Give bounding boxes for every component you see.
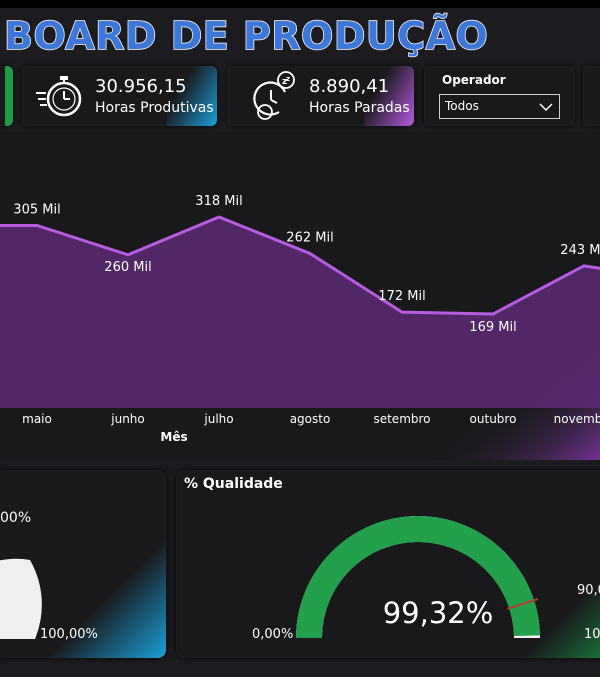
x-tick-label: junho [110, 412, 145, 426]
kpi-card-productive-hours: 30.956,15 Horas Produtivas [22, 66, 217, 126]
stopwatch-icon [36, 76, 82, 117]
data-label: 169 Mil [469, 320, 516, 335]
gauge-left-top-label: 00% [0, 510, 31, 526]
x-tick-label: outubro [470, 412, 517, 426]
x-tick-label: novembro [554, 412, 600, 426]
x-tick-label: julho [203, 412, 233, 426]
monthly-production-chart: 305 Mil 260 Mil 318 Mil 262 Mil 172 Mil 169 M… [0, 132, 600, 460]
gauge-max-label: 10 [584, 627, 600, 642]
gauge-value-label: 99,32% [383, 596, 494, 630]
gauge-left-svg: 00% 100,00% [0, 510, 98, 642]
x-axis-label: Mês [160, 430, 187, 444]
operator-filter-title: Operador [442, 73, 506, 87]
gauge-target-label: 90,0 [577, 583, 600, 598]
quality-gauge-svg: 99,32% 0,00% 90,0 10 [252, 516, 600, 642]
operator-select-value: Todos [445, 99, 479, 113]
area-fill [0, 217, 600, 408]
header: BOARD DE PRODUÇÃO [0, 8, 600, 66]
svg-text:z: z [286, 75, 290, 83]
data-label: 262 Mil [286, 230, 333, 245]
top-bar [0, 0, 600, 8]
kpi-card-stopped-hours: z z 8.890,41 Horas Paradas [227, 66, 414, 126]
chevron-down-icon [539, 103, 553, 112]
x-tick-label: maio [22, 412, 52, 426]
data-label: 172 Mil [378, 289, 425, 304]
gauge-left-max-label: 100,00% [40, 627, 98, 642]
kpi-card-clipped [0, 66, 13, 126]
operator-select[interactable]: Todos [439, 94, 560, 119]
gauge-min-label: 0,00% [252, 627, 293, 642]
quality-gauge-card: % Qualidade 99,32% 0,00% 90,0 10 [176, 470, 600, 658]
data-label: 318 Mil [195, 194, 242, 209]
x-tick-label: setembro [373, 412, 430, 426]
kpi-value: 8.890,41 [309, 76, 390, 97]
kpi-value: 30.956,15 [95, 76, 187, 97]
right-clipped-card [583, 66, 600, 126]
clock-sleep-icon: z z [253, 71, 295, 120]
data-label: 305 Mil [13, 202, 60, 217]
card-accent [5, 66, 13, 126]
kpi-label: Horas Paradas [309, 100, 410, 116]
page-title: BOARD DE PRODUÇÃO [3, 13, 489, 59]
gauge-left-arc [0, 558, 42, 639]
area-chart-svg: 305 Mil 260 Mil 318 Mil 262 Mil 172 Mil 169 M… [0, 194, 600, 460]
data-label: 260 Mil [104, 260, 151, 275]
kpi-label: Horas Produtivas [95, 100, 214, 116]
data-label: 243 Mil [560, 243, 600, 258]
gauge-card-left: 00% 100,00% [0, 470, 166, 658]
x-tick-label: agosto [290, 412, 331, 426]
